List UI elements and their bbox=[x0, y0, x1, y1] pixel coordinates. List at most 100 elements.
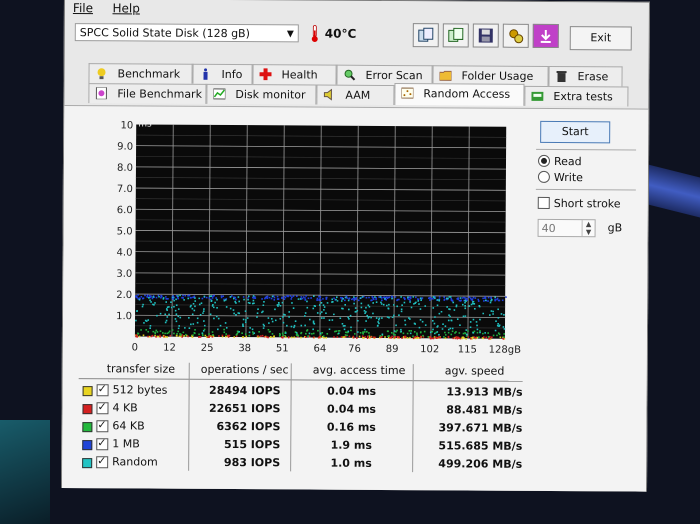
data-point-random bbox=[203, 308, 205, 310]
series-checkbox[interactable] bbox=[96, 402, 109, 415]
background-glow bbox=[0, 420, 50, 524]
data-point-4-kb bbox=[304, 336, 307, 339]
tab-info[interactable]: Info bbox=[192, 63, 253, 85]
data-point-1-mb bbox=[396, 298, 399, 301]
data-point-4-kb bbox=[374, 336, 376, 339]
data-point-random bbox=[202, 329, 205, 332]
data-point-random bbox=[291, 302, 293, 304]
data-point-4-kb bbox=[147, 335, 149, 338]
data-point-random bbox=[424, 324, 427, 326]
data-point-1-mb bbox=[429, 299, 431, 301]
data-point-random bbox=[209, 313, 212, 316]
data-point-random bbox=[154, 302, 156, 304]
tab-erase[interactable]: Erase bbox=[548, 65, 623, 87]
data-point-64-kb bbox=[194, 329, 196, 331]
data-point-random bbox=[366, 314, 369, 317]
drive-select[interactable]: SPCC Solid State Disk (128 gB) ▼ bbox=[74, 23, 299, 43]
data-point-random bbox=[271, 320, 274, 323]
data-point-64-kb bbox=[312, 332, 315, 335]
data-point-random bbox=[292, 307, 295, 310]
start-button[interactable]: Start bbox=[540, 120, 611, 144]
data-point-1-mb bbox=[450, 297, 453, 300]
data-point-random bbox=[453, 309, 456, 311]
speed-value: 499.206 MB/s bbox=[438, 457, 523, 471]
write-radio-dot bbox=[537, 170, 550, 183]
data-point-64-kb bbox=[359, 332, 362, 334]
tab-file-benchmark[interactable]: File Benchmark bbox=[88, 83, 207, 104]
short-stroke-stepper[interactable]: 40 ▲ ▼ bbox=[537, 218, 596, 238]
data-point-1-mb bbox=[284, 296, 287, 299]
data-point-random bbox=[274, 308, 276, 311]
menu-help[interactable]: Help bbox=[112, 1, 139, 15]
data-point-64-kb bbox=[248, 334, 251, 337]
data-point-1-mb bbox=[135, 296, 137, 298]
tab-disk-monitor[interactable]: Disk monitor bbox=[206, 83, 317, 105]
tab-health[interactable]: Health bbox=[252, 64, 337, 85]
stepper-arrows-icon[interactable]: ▲ ▼ bbox=[581, 220, 595, 237]
data-point-4-kb bbox=[155, 336, 157, 338]
data-point-64-kb bbox=[300, 331, 303, 334]
data-point-random bbox=[484, 299, 487, 302]
data-point-random bbox=[238, 300, 241, 303]
data-point-random bbox=[341, 322, 344, 325]
series-checkbox[interactable] bbox=[96, 420, 109, 433]
data-point-random bbox=[357, 331, 359, 333]
data-point-1-mb bbox=[142, 297, 144, 300]
data-point-random bbox=[190, 323, 192, 326]
data-point-1-mb bbox=[460, 299, 462, 302]
data-point-1-mb bbox=[283, 298, 286, 301]
data-point-1-mb bbox=[289, 295, 292, 297]
tab-random-access[interactable]: Random Access bbox=[394, 83, 525, 106]
data-point-64-kb bbox=[152, 330, 155, 333]
short-stroke-label: Short stroke bbox=[553, 196, 621, 211]
series-checkbox[interactable] bbox=[96, 438, 109, 451]
data-point-random bbox=[388, 316, 390, 319]
data-point-random bbox=[503, 328, 506, 330]
data-point-random bbox=[282, 321, 285, 324]
data-point-random bbox=[326, 302, 329, 304]
save-button[interactable] bbox=[472, 23, 499, 48]
data-point-random bbox=[142, 303, 144, 306]
options-button[interactable] bbox=[502, 23, 529, 48]
data-point-random bbox=[188, 327, 191, 330]
copy-info-button[interactable] bbox=[412, 23, 439, 48]
data-point-random bbox=[464, 307, 467, 310]
data-point-512-bytes bbox=[325, 336, 328, 339]
health-icon bbox=[259, 68, 272, 81]
data-point-random bbox=[216, 306, 218, 309]
short-stroke-checkbox[interactable]: Short stroke bbox=[537, 196, 621, 211]
data-point-random bbox=[306, 300, 308, 303]
data-point-4-kb bbox=[207, 336, 209, 339]
write-radio[interactable]: Write bbox=[537, 170, 583, 184]
menu-file[interactable]: File bbox=[73, 1, 93, 15]
series-checkbox[interactable] bbox=[96, 456, 109, 469]
series-checkbox[interactable] bbox=[96, 384, 109, 397]
tab-aam[interactable]: AAM bbox=[316, 84, 395, 106]
copy-info-icon bbox=[418, 27, 434, 42]
data-point-1-mb bbox=[304, 297, 306, 299]
data-point-64-kb bbox=[412, 335, 414, 338]
data-point-random bbox=[417, 300, 420, 302]
data-point-random bbox=[434, 316, 436, 318]
data-point-1-mb bbox=[220, 296, 223, 299]
data-point-random bbox=[165, 308, 168, 310]
data-point-random bbox=[268, 322, 270, 324]
data-point-1-mb bbox=[391, 295, 393, 298]
tab-benchmark[interactable]: Benchmark bbox=[88, 63, 193, 84]
data-point-4-kb bbox=[364, 336, 366, 338]
data-point-1-mb bbox=[456, 297, 459, 300]
tab-extra-tests[interactable]: Extra tests bbox=[524, 85, 629, 107]
read-radio[interactable]: Read bbox=[537, 154, 582, 168]
data-point-64-kb bbox=[416, 334, 418, 336]
thermometer-icon bbox=[311, 25, 318, 43]
data-point-1-mb bbox=[254, 297, 257, 300]
x-tick-label: 89 bbox=[386, 344, 399, 355]
data-point-64-kb bbox=[279, 333, 281, 336]
data-point-1-mb bbox=[388, 296, 391, 298]
download-button[interactable] bbox=[532, 23, 559, 49]
data-point-64-kb bbox=[362, 333, 364, 335]
tab-error-scan[interactable]: Error Scan bbox=[336, 64, 433, 86]
copy-screenshot-button[interactable] bbox=[442, 23, 469, 48]
data-point-512-bytes bbox=[242, 336, 245, 338]
exit-button[interactable]: Exit bbox=[569, 26, 632, 51]
